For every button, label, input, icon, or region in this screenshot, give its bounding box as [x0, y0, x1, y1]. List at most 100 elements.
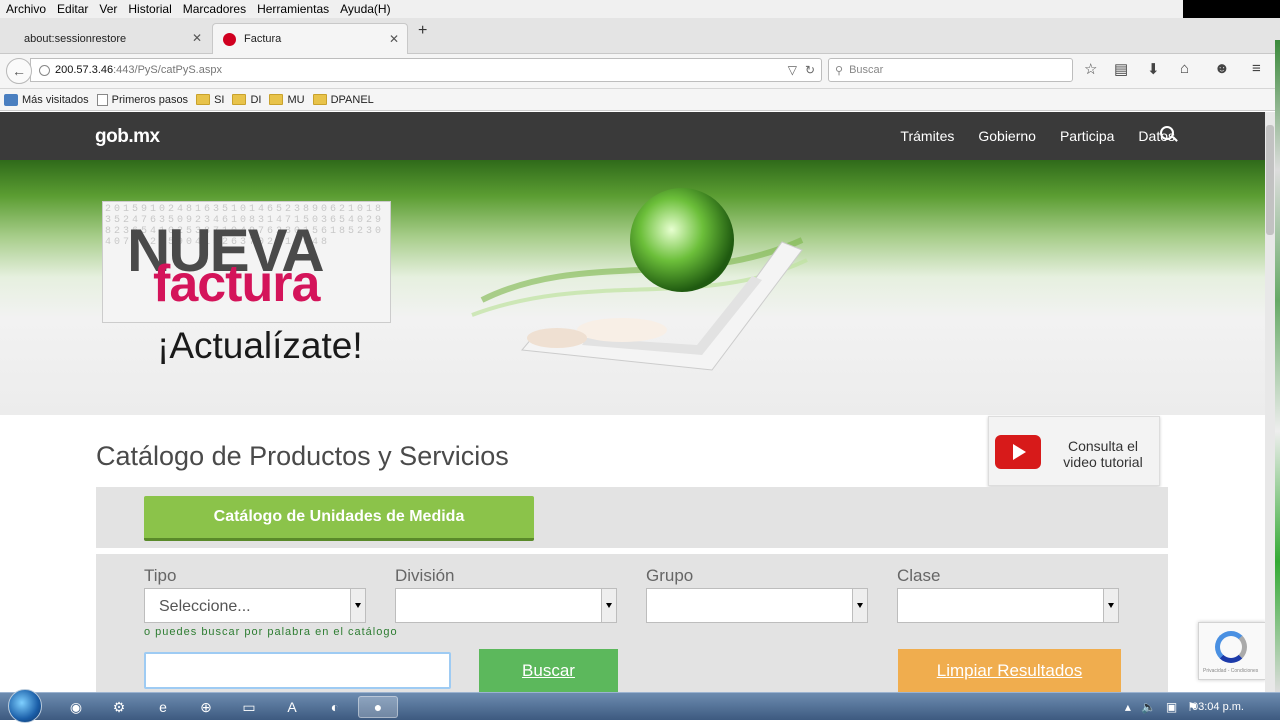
search-hint: o puedes buscar por palabra en el catálo…	[144, 626, 398, 638]
nav-participa[interactable]: Participa	[1060, 128, 1114, 144]
search-input[interactable]: ⚲ Buscar	[828, 58, 1073, 82]
tab-sessionrestore[interactable]: about:sessionrestore ✕	[14, 23, 210, 54]
tray-expand-icon[interactable]: ▴	[1125, 700, 1131, 714]
navigation-bar: 200.57.3.46:443/PyS/catPyS.aspx ▽ ↻ ← ⚲ B…	[0, 54, 1280, 89]
bookmark-label: SI	[214, 93, 225, 106]
tab-label: about:sessionrestore	[24, 32, 127, 45]
menu-editar[interactable]: Editar	[57, 2, 88, 16]
download-icon[interactable]: ⬇	[1147, 60, 1160, 78]
page-title: Catálogo de Productos y Servicios	[96, 441, 509, 471]
bookmark-mas-visitados[interactable]: Más visitados	[4, 93, 89, 106]
chat-icon[interactable]: ☻	[1214, 60, 1230, 77]
site-nav: Trámites Gobierno Participa Datos	[900, 128, 1175, 144]
home-icon[interactable]: ⌂	[1180, 60, 1189, 77]
dropdown-icon[interactable]: ▽	[788, 63, 797, 77]
tab-label: Factura	[244, 33, 282, 45]
menu-ayuda[interactable]: Ayuda(H)	[340, 2, 390, 16]
favicon-icon	[223, 32, 236, 46]
video-tutorial-button[interactable]: Consulta el video tutorial	[988, 416, 1160, 486]
url-bar[interactable]: 200.57.3.46:443/PyS/catPyS.aspx ▽ ↻	[30, 58, 822, 82]
chevron-down-icon[interactable]	[852, 589, 867, 622]
remote-tool-icon[interactable]: ⊕	[186, 696, 226, 718]
tab-factura[interactable]: Factura ✕	[212, 23, 408, 54]
hamburger-menu-icon[interactable]: ≡	[1252, 60, 1261, 77]
nav-gobierno[interactable]: Gobierno	[978, 128, 1036, 144]
network-tool-icon[interactable]: ⚙	[99, 696, 139, 718]
search-placeholder: Buscar	[849, 64, 884, 76]
bookmark-label: Más visitados	[22, 93, 89, 106]
division-select[interactable]	[395, 588, 617, 623]
chevron-down-icon[interactable]	[1103, 589, 1118, 622]
grupo-select[interactable]	[646, 588, 868, 623]
tipo-label: Tipo	[144, 566, 177, 585]
site-search-icon[interactable]	[1160, 126, 1174, 140]
menu-marcadores[interactable]: Marcadores	[183, 2, 246, 16]
bookmark-primeros-pasos[interactable]: Primeros pasos	[96, 93, 189, 106]
folder-icon	[269, 94, 284, 105]
background-window-edge	[1275, 40, 1280, 692]
bookmark-folder-dpanel[interactable]: DPANEL	[312, 94, 374, 106]
keyword-search-input[interactable]	[144, 652, 451, 689]
page-icon	[96, 93, 108, 106]
tipo-value: Seleccione...	[159, 598, 251, 615]
grupo-label: Grupo	[646, 566, 694, 585]
factura-text: factura	[153, 255, 320, 313]
menu-archivo[interactable]: Archivo	[6, 2, 46, 16]
back-button[interactable]: ←	[6, 58, 32, 84]
volume-icon[interactable]: 🔈	[1141, 700, 1156, 714]
menu-ver[interactable]: Ver	[99, 2, 117, 16]
system-tray: ▴ 🔈 ▣ ⚑	[1125, 700, 1198, 714]
taskbar-clock[interactable]: 03:04 p.m.	[1192, 701, 1244, 713]
bookmark-label: Primeros pasos	[111, 93, 189, 106]
recaptcha-icon	[1215, 631, 1247, 663]
new-tab-icon[interactable]: +	[418, 22, 427, 40]
bookmark-folder-di[interactable]: DI	[232, 94, 261, 106]
media-app-icon[interactable]: ◐	[315, 696, 355, 718]
menu-herramientas[interactable]: Herramientas	[257, 2, 329, 16]
clase-select[interactable]	[897, 588, 1119, 623]
url-host: 200.57.3.46	[55, 64, 114, 76]
acrobat-icon[interactable]: A	[272, 696, 312, 718]
hero-tagline: ¡Actualízate!	[157, 325, 363, 366]
bookmark-star-icon[interactable]: ☆	[1084, 60, 1097, 78]
network-icon[interactable]: ▣	[1166, 700, 1177, 714]
url-path: :443/PyS/catPyS.aspx	[113, 64, 222, 76]
bookmark-icon	[4, 93, 18, 106]
folder-icon	[232, 94, 247, 105]
chevron-down-icon[interactable]	[601, 589, 616, 622]
tipo-select[interactable]: Seleccione...	[144, 588, 366, 623]
youtube-play-icon	[995, 435, 1041, 469]
bookmark-folder-mu[interactable]: MU	[269, 93, 305, 106]
bookmark-label: DI	[250, 93, 262, 106]
internet-explorer-icon[interactable]: e	[143, 696, 183, 718]
chrome-icon[interactable]: ◉	[56, 696, 96, 718]
reading-list-icon[interactable]: ▤	[1114, 60, 1128, 78]
file-explorer-icon[interactable]: ▭	[229, 696, 269, 718]
menu-historial[interactable]: Historial	[128, 2, 171, 16]
bookmark-label: MU	[287, 93, 305, 106]
firefox-icon[interactable]: ●	[358, 696, 398, 718]
clear-results-button[interactable]: Limpiar Resultados	[898, 649, 1121, 692]
windows-taskbar: ◉ ⚙ e ⊕ ▭ A ◐ ● ▴ 🔈 ▣ ⚑ 03:04 p.m.	[0, 689, 1280, 723]
recaptcha-badge[interactable]: Privacidad - Condiciones	[1198, 622, 1266, 680]
scrollbar-thumb[interactable]	[1266, 125, 1274, 235]
folder-icon	[196, 94, 211, 105]
globe-icon	[39, 64, 50, 76]
gob-mx-logo[interactable]: gob.mx	[95, 126, 160, 148]
start-button[interactable]	[8, 689, 42, 723]
recaptcha-terms: Privacidad - Condiciones	[1203, 668, 1259, 674]
mouse-cursor-icon	[487, 433, 496, 448]
bookmark-folder-si[interactable]: SI	[196, 94, 224, 106]
reload-icon[interactable]: ↻	[805, 63, 815, 77]
chevron-down-icon[interactable]	[350, 589, 365, 622]
video-tutorial-label: Consulta el video tutorial	[1063, 438, 1143, 470]
search-button[interactable]: Buscar	[479, 649, 618, 692]
back-arrow-icon: ←	[12, 63, 26, 79]
close-icon[interactable]: ✕	[389, 32, 399, 46]
nav-tramites[interactable]: Trámites	[900, 128, 954, 144]
clase-label: Clase	[897, 566, 941, 585]
units-catalog-button[interactable]: Catálogo de Unidades de Medida	[144, 496, 534, 541]
close-icon[interactable]: ✕	[192, 31, 202, 45]
bookmarks-bar: Más visitados Primeros pasos SI DI MU DP…	[0, 89, 1280, 111]
menu-bar: Archivo Editar Ver Historial Marcadores …	[0, 0, 1280, 18]
